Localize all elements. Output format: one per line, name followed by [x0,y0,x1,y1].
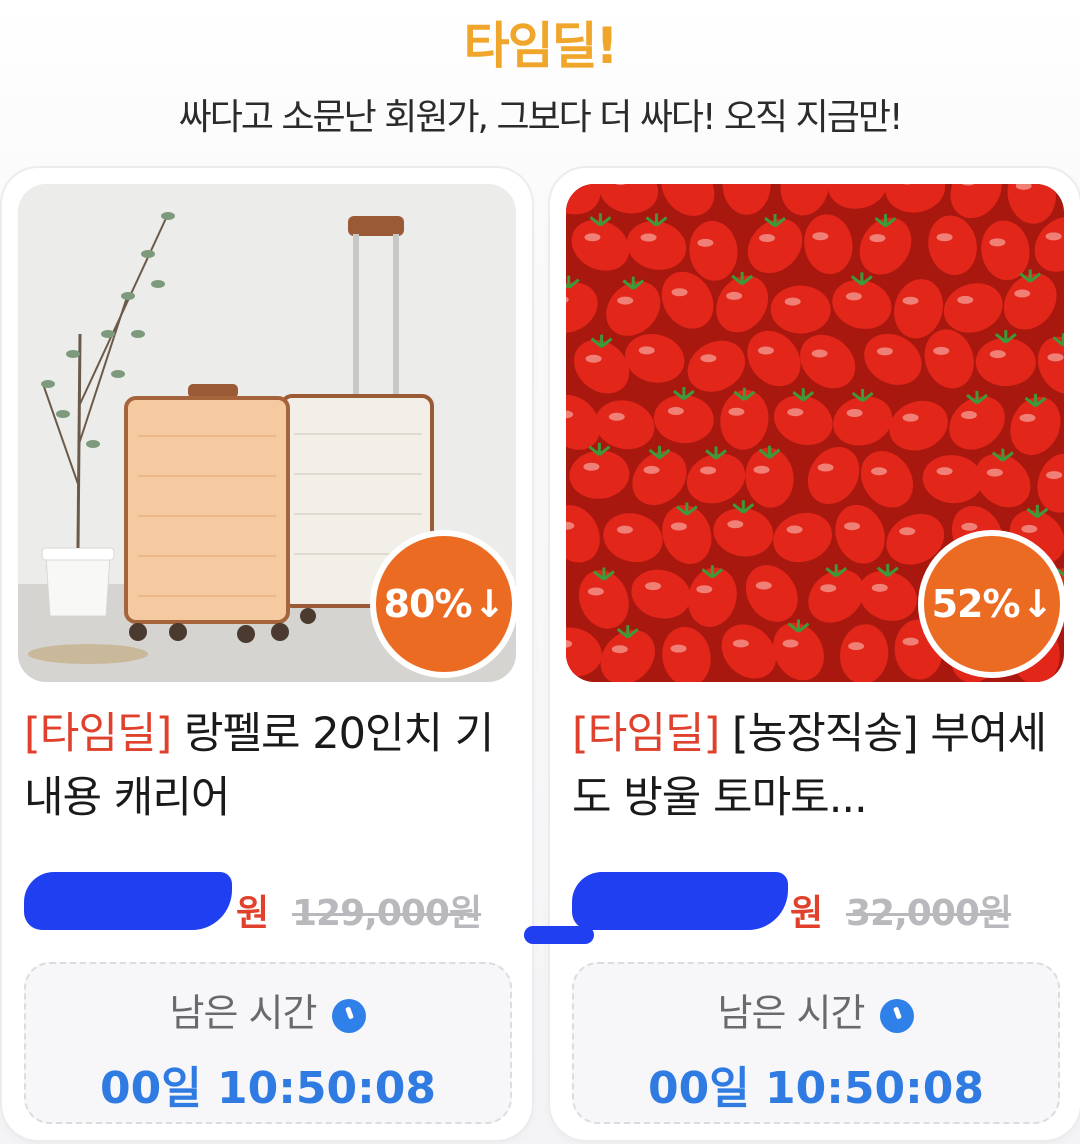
price-suffix: 원 [790,893,824,934]
timer-value: 00일 10:50:08 [100,1063,436,1114]
product-card[interactable]: 80% ↓ [타임딜] 랑펠로 20인치 기내용 캐리어 원 129,000원 남… [2,168,532,1140]
discount-percent: 80% [383,582,473,626]
down-arrow-icon: ↓ [1021,582,1054,626]
price-row: 원 32,000원 [572,868,1072,938]
original-price: 129,000원 [292,893,482,934]
product-card[interactable]: 52% ↓ [타임딜] [농장직송] 부여세도 방울 토마토... 원 32,00… [550,168,1080,1140]
clock-icon [332,998,367,1033]
time-deal-tag: [타임딜] [572,709,720,759]
timer-label: 남은 시간 [717,991,866,1035]
clock-icon [880,998,915,1033]
redacted-price [24,872,232,930]
product-image[interactable]: 52% ↓ [566,184,1064,682]
product-name[interactable]: [타임딜] 랑펠로 20인치 기내용 캐리어 [24,702,514,830]
product-image[interactable]: 80% ↓ [18,184,516,682]
section-subtitle: 싸다고 소문난 회원가, 그보다 더 싸다! 오직 지금만! [178,97,904,138]
redaction-stroke [524,926,594,944]
down-arrow-icon: ↓ [473,582,506,626]
redacted-price [572,872,788,930]
timer-label: 남은 시간 [169,991,318,1035]
discount-percent: 52% [931,582,1021,626]
timer-value: 00일 10:50:08 [648,1063,984,1114]
countdown-box: 남은 시간 00일 10:50:08 [24,962,512,1124]
section-title: 타임딜! [463,17,619,75]
product-name[interactable]: [타임딜] [농장직송] 부여세도 방울 토마토... [572,702,1062,830]
countdown-box: 남은 시간 00일 10:50:08 [572,962,1060,1124]
time-deal-tag: [타임딜] [24,709,172,759]
discount-badge: 52% ↓ [918,530,1064,678]
original-price: 32,000원 [846,893,1012,934]
timer-label-row: 남은 시간 [574,982,1058,1037]
timer-label-row: 남은 시간 [26,982,510,1037]
discount-badge: 80% ↓ [370,530,516,678]
price-suffix: 원 [236,893,270,934]
price-row: 원 129,000원 [24,868,524,938]
time-deal-page: 타임딜! 싸다고 소문난 회원가, 그보다 더 싸다! 오직 지금만! 80% … [0,0,1080,1144]
